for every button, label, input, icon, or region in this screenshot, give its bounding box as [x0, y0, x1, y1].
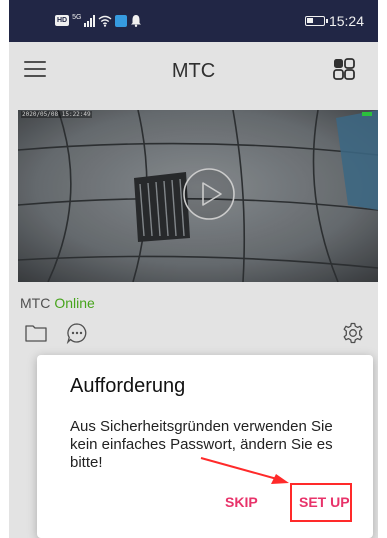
- set-up-button[interactable]: SET UP: [299, 494, 350, 510]
- annotation-arrow-icon: [200, 457, 289, 484]
- dialog-title: Aufforderung: [70, 375, 186, 397]
- skip-button[interactable]: SKIP: [225, 494, 258, 510]
- phone-screen: HD 5G 15:24 MTC 2020/05/08 15:22:49 MTC …: [9, 0, 378, 538]
- password-prompt-dialog: Aufforderung Aus Sicherheitsgründen verw…: [37, 355, 373, 538]
